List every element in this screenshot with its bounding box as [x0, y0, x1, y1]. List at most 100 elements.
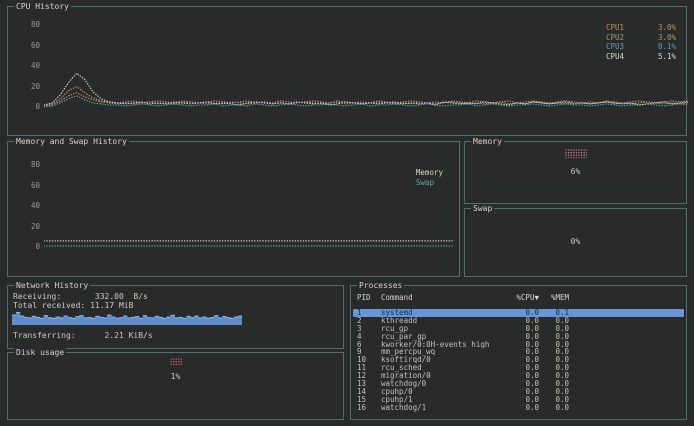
cpu-legend: CPU13.0%CPU23.0%CPU30.1%CPU45.1%: [606, 23, 676, 61]
command-cell: kthreadd: [381, 317, 503, 325]
process-row[interactable]: 11rcu_sched 0.0 0.0: [353, 364, 684, 372]
pid-cell: 10: [357, 356, 381, 364]
command-cell: cpuhp/1: [381, 396, 503, 404]
process-row[interactable]: 10ksoftirqd/0 0.0 0.0: [353, 356, 684, 364]
cpu-cell: 0.0: [525, 396, 539, 404]
pid-cell: 12: [357, 372, 381, 380]
pid-cell: 16: [357, 404, 381, 412]
process-row[interactable]: 12migration/0 0.0 0.0: [353, 372, 684, 380]
process-row[interactable]: 2kthreadd 0.0 0.0: [353, 317, 684, 325]
column-header-command[interactable]: Command: [381, 294, 503, 302]
memory-swap-history-panel-title: Memory and Swap History: [14, 137, 129, 146]
memory-swap-history-panel: Memory and Swap History 806040200 Memory…: [7, 141, 460, 277]
memory-usage-value: 6%: [465, 167, 686, 176]
cpu-cell: 0.0: [525, 309, 539, 317]
cpu-legend-entry: CPU45.1%: [606, 52, 676, 62]
command-cell: rcu_par_gp: [381, 333, 503, 341]
disk-usage-value: 1%: [8, 372, 343, 381]
mem-cell: 0.0: [555, 396, 569, 404]
cpu-history-panel-title: CPU History: [14, 2, 71, 11]
mem-cell: 0.0: [555, 380, 569, 388]
cpu-legend-entry: CPU3 0.1%: [606, 42, 676, 52]
command-cell: migration/0: [381, 372, 503, 380]
network-transferring-line: Transferring: 2.21 KiB/s: [13, 331, 153, 340]
y-tick-label: 0: [24, 103, 40, 111]
mem-cell: 0.0: [555, 348, 569, 356]
memory-swap-legend: MemorySwap: [416, 168, 443, 188]
swap-usage-value: 0%: [465, 237, 686, 246]
y-tick-label: 80: [24, 161, 40, 169]
cpu-legend-value: 3.0%: [646, 23, 676, 33]
process-row[interactable]: 13watchdog/00.00.0: [353, 380, 684, 388]
y-tick-label: 40: [24, 62, 40, 70]
mem-cell: 0.0: [555, 404, 569, 412]
command-cell: watchdog/0: [381, 380, 503, 388]
mem-cell: 0.0: [555, 388, 569, 396]
pid-cell: 2: [357, 317, 381, 325]
system-monitor-screen: CPU History 806040200 CPU13.0%CPU23.0%CP…: [0, 0, 694, 426]
process-row[interactable]: 1systemd0.00.1: [353, 309, 684, 317]
process-row[interactable]: 6kworker/0:0H-events_high0.00.0: [353, 341, 684, 349]
y-tick-label: 80: [24, 21, 40, 29]
cpu-legend-value: 3.0%: [646, 33, 676, 43]
series-line-cpu3: [44, 96, 688, 107]
series-line-cpu4: [44, 73, 688, 105]
cpu-cell: 0.0: [525, 325, 539, 333]
y-tick-label: 0: [24, 243, 40, 251]
cpu-legend-label: CPU1: [606, 23, 640, 33]
cpu-legend-value: 5.1%: [646, 52, 676, 62]
column-header-mem[interactable]: %MEM: [551, 294, 569, 302]
process-row[interactable]: 14cpuhp/00.00.0: [353, 388, 684, 396]
process-row[interactable]: 3rcu_gp0.00.0: [353, 325, 684, 333]
network-receiving-line: Receiving: 332.00 B/s: [13, 292, 148, 301]
processes-panel-title: Processes: [357, 281, 404, 290]
cpu-cell: 0.0: [525, 364, 539, 372]
cpu-cell: 0.0: [525, 348, 539, 356]
disk-usage-panel-title: Disk usage: [14, 348, 66, 357]
command-cell: rcu_sched: [381, 364, 503, 372]
pid-cell: 11: [357, 364, 381, 372]
command-cell: ksoftirqd/0: [381, 356, 503, 364]
mem-cell: 0.0: [555, 325, 569, 333]
process-table-header: PID Command %CPU▼ %MEM: [357, 294, 682, 302]
process-row[interactable]: 15cpuhp/1 0.0 0.0: [353, 396, 684, 404]
column-header-cpu-sort[interactable]: %CPU▼: [516, 294, 539, 302]
pid-cell: 4: [357, 333, 381, 341]
pid-cell: 6: [357, 341, 381, 349]
disk-usage-dots: [170, 358, 182, 365]
cpu-cell: 0.0: [525, 372, 539, 380]
pid-cell: 15: [357, 396, 381, 404]
mem-cell: 0.0: [555, 364, 569, 372]
cpu-legend-value: 0.1%: [646, 42, 676, 52]
mem-cell: 0.0: [555, 356, 569, 364]
process-row[interactable]: 4rcu_par_gp0.00.0: [353, 333, 684, 341]
network-history-panel-title: Network History: [14, 281, 90, 290]
network-history-panel: Network History Receiving: 332.00 B/s To…: [7, 285, 344, 349]
mem-cell: 0.0: [555, 317, 569, 325]
cpu-cell: 0.0: [525, 317, 539, 325]
cpu-legend-label: CPU3: [606, 42, 640, 52]
command-cell: watchdog/1: [381, 404, 503, 412]
mem-cell: 0.0: [555, 372, 569, 380]
cpu-cell: 0.0: [525, 356, 539, 364]
pid-cell: 1: [357, 309, 381, 317]
cpu-legend-entry: CPU1 3.0%: [606, 23, 676, 33]
y-tick-label: 20: [24, 83, 40, 91]
network-total-received-line: Total received: 11.17 MiB: [13, 301, 133, 310]
memory-legend-label: Memory: [416, 168, 443, 178]
mem-cell: 0.0: [555, 333, 569, 341]
process-row[interactable]: 16watchdog/10.00.0: [353, 404, 684, 412]
pid-cell: 14: [357, 388, 381, 396]
command-cell: rcu_gp: [381, 325, 503, 333]
swap-gauge-panel-title: Swap: [471, 204, 494, 213]
column-header-pid[interactable]: PID: [357, 294, 381, 302]
memory-gauge-panel: Memory 6%: [464, 141, 687, 204]
y-tick-label: 20: [24, 223, 40, 231]
memory-gauge-panel-title: Memory: [471, 137, 504, 146]
process-row[interactable]: 9mm_percpu_wq0.00.0: [353, 348, 684, 356]
cpu-cell: 0.0: [525, 341, 539, 349]
cpu-history-panel: CPU History 806040200 CPU13.0%CPU23.0%CP…: [7, 6, 687, 136]
network-receive-sparkline: [12, 311, 242, 325]
command-cell: mm_percpu_wq: [381, 348, 503, 356]
cpu-history-chart: [44, 19, 688, 111]
